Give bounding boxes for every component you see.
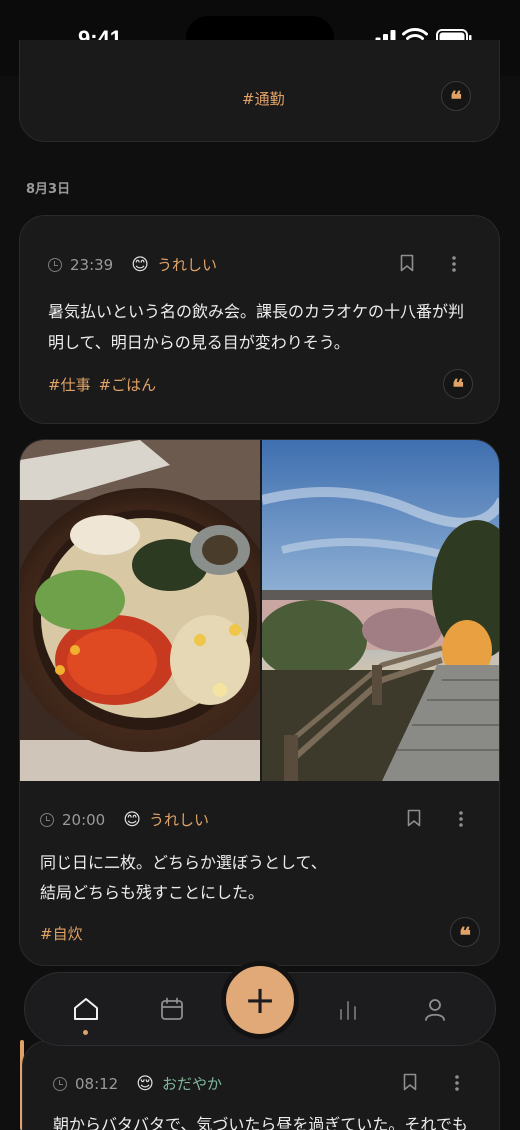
donabe-rice-photo[interactable] — [20, 440, 260, 781]
entry-tag[interactable]: #ごはん — [99, 374, 157, 395]
mood-label: うれしい — [156, 256, 217, 274]
entry-time: 08:12 — [75, 1074, 119, 1093]
mood-label: うれしい — [148, 811, 209, 829]
entry-text-line: 暑気払いという名の飲み会。課長のカラオケの十八番が判 — [48, 302, 465, 321]
quote-icon: ❝ — [452, 375, 464, 401]
quote-button[interactable]: ❝ — [443, 369, 473, 399]
entry-meta: 23:39 😊 うれしい — [48, 254, 217, 275]
more-options-icon[interactable] — [454, 1074, 460, 1092]
person-icon[interactable] — [423, 997, 447, 1021]
plus-icon: + — [244, 978, 276, 1022]
bookmark-icon[interactable] — [403, 1073, 417, 1091]
garden-sunset-photo[interactable] — [262, 440, 500, 781]
entry-card[interactable]: 23:39 😊 うれしい 暑気払いという名の飲み会。課長のカラオケの十八番が判 … — [19, 215, 500, 424]
entry-text: 暑気払いという名の飲み会。課長のカラオケの十八番が判 明して、明日からの見る目が… — [48, 296, 464, 358]
quote-icon: ❝ — [459, 923, 471, 949]
mood-emoji-icon: 😌 — [136, 1073, 154, 1094]
bookmark-icon[interactable] — [407, 809, 421, 827]
quote-button[interactable]: ❝ — [450, 917, 480, 947]
entry-tag[interactable]: #仕事 — [48, 374, 91, 395]
mood-emoji-icon: 😊 — [131, 254, 149, 275]
entry-text-line: 明して、明日からの見る目が変わりそう。 — [48, 333, 350, 352]
entry-time: 23:39 — [70, 255, 114, 274]
more-options-icon[interactable] — [451, 255, 457, 273]
mood-label: おだやか — [161, 1075, 222, 1093]
clock-icon — [53, 1076, 67, 1091]
tag-list: #仕事 #ごはん — [48, 374, 156, 395]
home-icon[interactable] — [73, 997, 99, 1021]
quote-icon: ❝ — [450, 87, 462, 113]
tag-list: #自炊 — [40, 923, 83, 944]
clock-icon — [40, 812, 54, 827]
add-entry-button[interactable]: + — [221, 961, 299, 1039]
bar-chart-icon[interactable] — [337, 1000, 359, 1020]
entry-card-previous[interactable]: #通勤 ❝ — [19, 40, 500, 142]
entry-tag[interactable]: #自炊 — [40, 925, 83, 943]
entry-card-with-photos[interactable]: 20:00 😊 うれしい 同じ日に二枚。どちらか選ぼうとして、 結局どちらも残す… — [19, 439, 500, 966]
date-header: 8月3日 — [26, 182, 71, 197]
entry-text: 同じ日に二枚。どちらか選ぼうとして、 結局どちらも残すことにした。 — [40, 848, 327, 908]
quote-button[interactable]: ❝ — [441, 81, 471, 111]
entry-text-line: 朝からバタバタで、気づいたら昼を過ぎていた。それでも — [53, 1115, 468, 1130]
entry-time: 20:00 — [62, 810, 106, 829]
more-options-icon[interactable] — [458, 810, 464, 828]
calendar-icon[interactable] — [160, 997, 184, 1021]
entry-text-line: 同じ日に二枚。どちらか選ぼうとして、 — [40, 853, 327, 872]
bookmark-icon[interactable] — [400, 254, 414, 272]
entry-meta: 08:12 😌 おだやか — [53, 1073, 222, 1094]
mood-emoji-icon: 😊 — [123, 809, 141, 830]
entry-text-line: 結局どちらも残すことにした。 — [40, 883, 265, 902]
entry-tag[interactable]: #通勤 — [242, 88, 285, 109]
entry-meta: 20:00 😊 うれしい — [40, 809, 209, 830]
active-tab-indicator — [83, 1030, 88, 1035]
entry-card[interactable]: 08:12 😌 おだやか 朝からバタバタで、気づいたら昼を過ぎていた。それでも — [22, 1040, 500, 1130]
clock-icon — [48, 257, 62, 272]
